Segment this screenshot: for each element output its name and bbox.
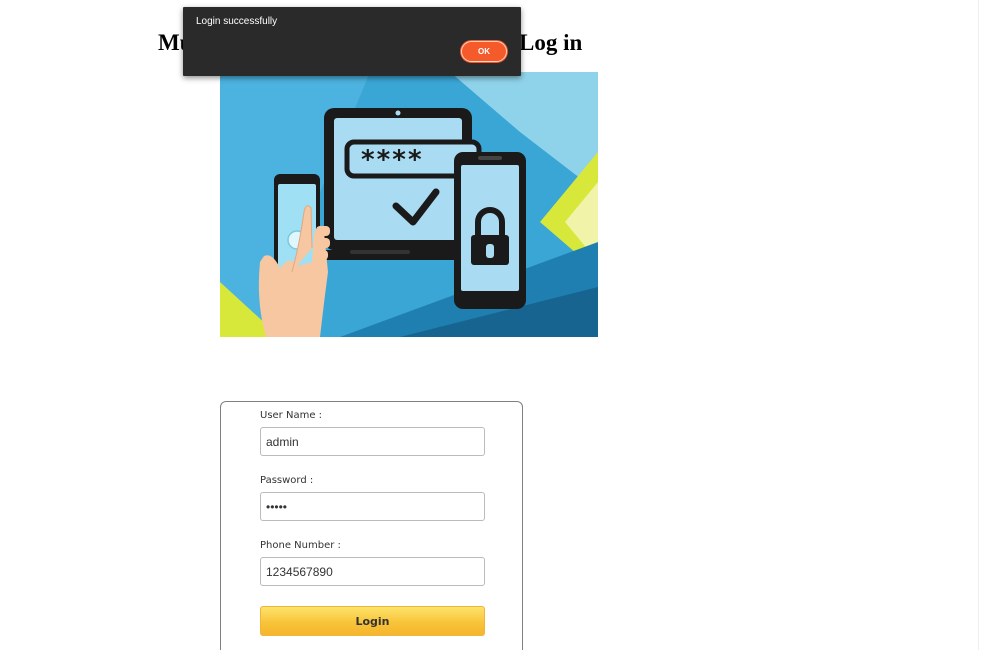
password-mask-text: **** [360, 145, 423, 175]
password-label: Password : [260, 475, 314, 486]
ok-button[interactable]: OK [461, 41, 507, 62]
username-label: User Name : [260, 410, 323, 421]
password-input[interactable] [260, 492, 485, 521]
login-button[interactable]: Login [260, 606, 485, 636]
page-heading-end: Log in [519, 30, 583, 55]
alert-dialog: Login successfully OK [183, 7, 521, 76]
login-form: User Name : Password : Phone Number : Lo… [220, 401, 523, 650]
phone-number-label: Phone Number : [260, 540, 341, 551]
phone-number-input[interactable] [260, 557, 485, 586]
login-illustration: **** [220, 72, 598, 337]
page-edge-divider [978, 0, 979, 650]
username-input[interactable] [260, 427, 485, 456]
alert-message: Login successfully [196, 16, 278, 27]
page: Mu Log in **** Login successfully OK Use… [0, 0, 983, 650]
